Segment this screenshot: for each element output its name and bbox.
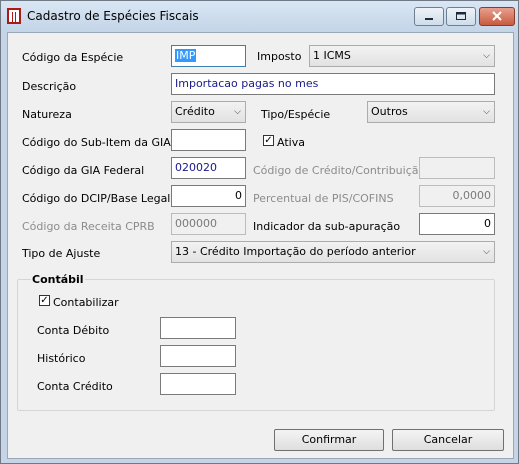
contabilizar-checkbox[interactable]: ✓	[39, 295, 50, 306]
natureza-select[interactable]: Crédito ⌵	[171, 101, 246, 123]
indicador-subapuracao-input[interactable]: 0	[419, 213, 495, 235]
app-icon	[7, 8, 21, 24]
codigo-gia-federal-input[interactable]: 020020	[171, 157, 246, 179]
chevron-down-icon: ⌵	[483, 247, 490, 257]
indicador-subapuracao-label: Indicador da sub-apuração	[253, 220, 401, 233]
maximize-icon	[456, 12, 466, 20]
chevron-down-icon: ⌵	[234, 107, 241, 117]
codigo-dcip-input[interactable]: 0	[171, 185, 246, 207]
codigo-especie-label: Código da Espécie	[22, 51, 124, 64]
tipo-ajuste-label: Tipo de Ajuste	[22, 247, 101, 260]
contabilizar-label: Contabilizar	[53, 296, 119, 309]
tipo-ajuste-select[interactable]: 13 - Crédito Importação do período anter…	[171, 241, 495, 263]
ativa-checkbox[interactable]: ✓	[263, 135, 274, 146]
historico-label: Histórico	[37, 352, 86, 365]
codigo-receita-cprb-label: Código da Receita CPRB	[22, 220, 155, 233]
confirmar-button[interactable]: Confirmar	[274, 429, 384, 451]
descricao-input[interactable]: Importacao pagas no mes	[171, 73, 495, 95]
codigo-dcip-label: Código do DCIP/Base Legal	[22, 192, 171, 205]
imposto-value: 1 ICMS	[313, 49, 351, 62]
confirmar-label: Confirmar	[301, 433, 357, 446]
codigo-receita-cprb-input: 000000	[171, 213, 246, 235]
percentual-pis-cofins-label: Percentual de PIS/COFINS	[253, 192, 394, 205]
cancelar-label: Cancelar	[423, 433, 473, 446]
descricao-label: Descrição	[22, 80, 77, 93]
natureza-value: Crédito	[175, 105, 215, 118]
imposto-label: Imposto	[257, 50, 302, 63]
tipo-especie-label: Tipo/Espécie	[261, 108, 331, 121]
chevron-down-icon: ⌵	[483, 107, 490, 117]
codigo-credito-contribuicao-input	[419, 157, 495, 179]
tipo-ajuste-value: 13 - Crédito Importação do período anter…	[175, 245, 416, 258]
window-title: Cadastro de Espécies Fiscais	[27, 9, 199, 23]
minimize-icon	[425, 18, 433, 20]
conta-credito-label: Conta Crédito	[37, 380, 113, 393]
ativa-label: Ativa	[277, 136, 305, 149]
codigo-especie-input[interactable]: IMP	[171, 45, 246, 67]
tipo-especie-value: Outros	[371, 105, 408, 118]
minimize-button[interactable]	[414, 7, 444, 26]
title-bar[interactable]: Cadastro de Espécies Fiscais	[1, 1, 518, 31]
percentual-pis-cofins-input: 0,0000	[419, 185, 495, 207]
codigo-credito-contribuicao-label: Código de Crédito/Contribuição	[253, 164, 426, 177]
maximize-button[interactable]	[446, 7, 476, 26]
codigo-especie-value: IMP	[175, 49, 197, 62]
historico-input[interactable]	[160, 345, 236, 367]
imposto-select[interactable]: 1 ICMS ⌵	[309, 45, 495, 67]
codigo-gia-federal-label: Código da GIA Federal	[22, 164, 145, 177]
conta-debito-label: Conta Débito	[37, 324, 110, 337]
conta-debito-input[interactable]	[160, 317, 236, 339]
chevron-down-icon: ⌵	[483, 51, 490, 61]
close-icon	[492, 11, 502, 21]
close-button[interactable]	[479, 7, 515, 26]
cancelar-button[interactable]: Cancelar	[392, 429, 504, 451]
natureza-label: Natureza	[22, 108, 72, 121]
tipo-especie-select[interactable]: Outros ⌵	[367, 101, 495, 123]
codigo-subitem-gia-label: Código do Sub-Item da GIA	[22, 136, 171, 149]
contabil-group-title: Contábil	[31, 273, 85, 286]
conta-credito-input[interactable]	[160, 373, 236, 395]
codigo-subitem-gia-input[interactable]	[171, 129, 246, 151]
